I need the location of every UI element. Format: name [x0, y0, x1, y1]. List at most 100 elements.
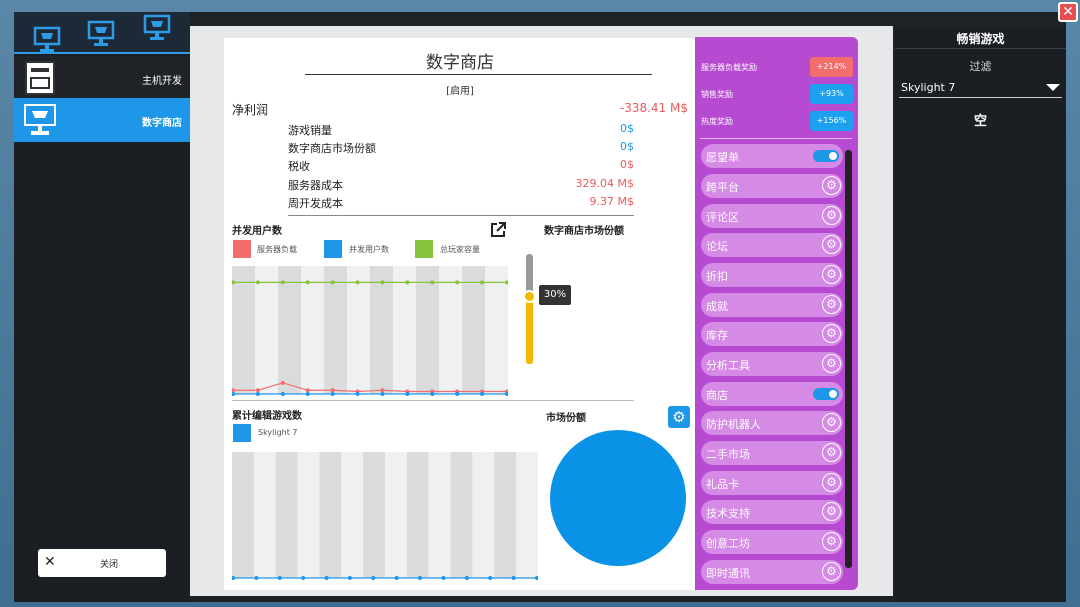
feature-discount[interactable]: 折扣 ⚙ — [701, 263, 843, 287]
data-point — [277, 576, 282, 580]
bonus-badge: +214% — [810, 57, 853, 77]
gear-icon[interactable]: ⚙ — [822, 206, 841, 225]
feature-secondhand[interactable]: 二手市场 ⚙ — [701, 441, 843, 465]
row-label: 游戏销量 — [288, 124, 332, 137]
chart-column — [275, 452, 298, 578]
feature-label: 分析工具 — [706, 359, 750, 372]
share-slider-fill — [526, 296, 533, 364]
gear-icon[interactable]: ⚙ — [822, 265, 841, 284]
console-icon — [25, 61, 55, 95]
bonus-label: 销售奖励 — [701, 90, 733, 99]
share-slider-handle[interactable] — [523, 290, 536, 303]
close-icon[interactable]: ✕ — [1058, 2, 1078, 22]
feature-label: 库存 — [706, 329, 728, 342]
feature-antibot[interactable]: 防护机器人 ⚙ — [701, 411, 843, 435]
filter-select[interactable]: Skylight 7 — [899, 78, 1062, 98]
bonus-badge: +156% — [810, 111, 853, 131]
gear-icon[interactable]: ⚙ — [822, 532, 841, 551]
legend-label: 并发用户数 — [349, 245, 389, 254]
data-point — [305, 388, 310, 393]
feature-crossplatform[interactable]: 跨平台 ⚙ — [701, 174, 843, 198]
sidebar-item-console-dev[interactable]: 主机开发 — [14, 56, 190, 100]
feature-wishlist[interactable]: 愿望单 — [701, 144, 843, 168]
gear-icon[interactable]: ⚙ — [822, 235, 841, 254]
gear-icon[interactable]: ⚙ — [822, 324, 841, 343]
feature-label: 创意工坊 — [706, 537, 750, 550]
gear-icon[interactable]: ⚙ — [822, 473, 841, 492]
close-button[interactable]: ✕ 关闭 — [38, 549, 166, 577]
gear-icon[interactable]: ⚙ — [668, 406, 690, 428]
gear-icon[interactable]: ⚙ — [822, 502, 841, 521]
data-point — [405, 280, 410, 285]
legend-label: Skylight 7 — [258, 428, 298, 437]
divider — [895, 48, 1066, 49]
concurrent-users-chart — [232, 266, 508, 396]
feature-giftcard[interactable]: 礼品卡 ⚙ — [701, 471, 843, 495]
feature-achievements[interactable]: 成就 ⚙ — [701, 293, 843, 317]
toggle-switch[interactable] — [813, 388, 839, 400]
bonus-label: 服务器负载奖励 — [701, 63, 757, 72]
feature-analytics[interactable]: 分析工具 ⚙ — [701, 352, 843, 376]
sidebar-item-label: 数字商店 — [142, 118, 182, 129]
empty-label: 空 — [973, 114, 987, 129]
cumulative-games-chart — [232, 452, 538, 580]
data-point — [464, 576, 469, 580]
data-point — [480, 392, 485, 396]
monitor-cart-icon[interactable] — [142, 14, 172, 42]
feature-label: 折扣 — [706, 270, 728, 283]
legend-label: 服务器负载 — [257, 245, 297, 254]
chart-column — [494, 452, 517, 578]
row-label: 周开发成本 — [288, 197, 343, 210]
external-link-icon[interactable] — [489, 221, 507, 239]
chart-column — [416, 266, 439, 394]
toggle-switch[interactable] — [813, 150, 839, 162]
sidebar: 主机开发 数字商店 — [14, 54, 190, 602]
feature-shop[interactable]: 商店 — [701, 382, 843, 406]
row-value: 9.37 M$ — [589, 195, 634, 208]
feature-reviews[interactable]: 评论区 ⚙ — [701, 204, 843, 228]
chart-column — [319, 452, 342, 578]
chart-column — [341, 452, 364, 578]
chart-column — [393, 266, 416, 394]
gear-icon[interactable]: ⚙ — [822, 413, 841, 432]
bonus-label: 热度奖励 — [701, 117, 733, 126]
chart-column — [485, 266, 508, 394]
feature-messaging[interactable]: 即时通讯 ⚙ — [701, 560, 843, 584]
bestsellers-title: 畅销游戏 — [956, 32, 1005, 46]
sidebar-item-digital-store[interactable]: 数字商店 — [14, 98, 190, 142]
features-scrollbar[interactable] — [845, 150, 852, 568]
chart-column — [439, 266, 462, 394]
monitor-cart-icon[interactable] — [86, 20, 116, 48]
divider — [232, 400, 634, 401]
row-value: 0$ — [620, 122, 634, 135]
data-point — [305, 280, 310, 285]
feature-workshop[interactable]: 创意工坊 ⚙ — [701, 530, 843, 554]
data-point — [280, 280, 285, 285]
chart-column — [253, 452, 276, 578]
data-point — [280, 380, 285, 385]
gear-icon[interactable]: ⚙ — [822, 295, 841, 314]
feature-forum[interactable]: 论坛 ⚙ — [701, 233, 843, 257]
feature-label: 评论区 — [706, 211, 739, 224]
gear-icon[interactable]: ⚙ — [822, 354, 841, 373]
data-point — [455, 392, 460, 396]
concurrent-users-title: 并发用户数 — [232, 226, 282, 237]
feature-inventory[interactable]: 库存 ⚙ — [701, 322, 843, 346]
gear-icon[interactable]: ⚙ — [822, 562, 841, 581]
chart-column — [385, 452, 407, 578]
chart-column — [301, 266, 324, 394]
data-point — [441, 576, 446, 580]
feature-label: 成就 — [706, 300, 728, 313]
chart-column — [347, 266, 370, 394]
market-share-title: 市场份额 — [546, 413, 586, 424]
close-label: 关闭 — [100, 560, 119, 570]
feature-support[interactable]: 技术支持 ⚙ — [701, 500, 843, 524]
store-share-title: 数字商店市场份额 — [544, 226, 624, 237]
legend-swatch — [415, 240, 433, 258]
monitor-cart-icon[interactable] — [32, 26, 62, 54]
chart-column — [462, 266, 485, 394]
gear-icon[interactable]: ⚙ — [822, 176, 841, 195]
data-point — [330, 388, 335, 393]
gear-icon[interactable]: ⚙ — [822, 443, 841, 462]
row-label: 服务器成本 — [288, 179, 343, 192]
